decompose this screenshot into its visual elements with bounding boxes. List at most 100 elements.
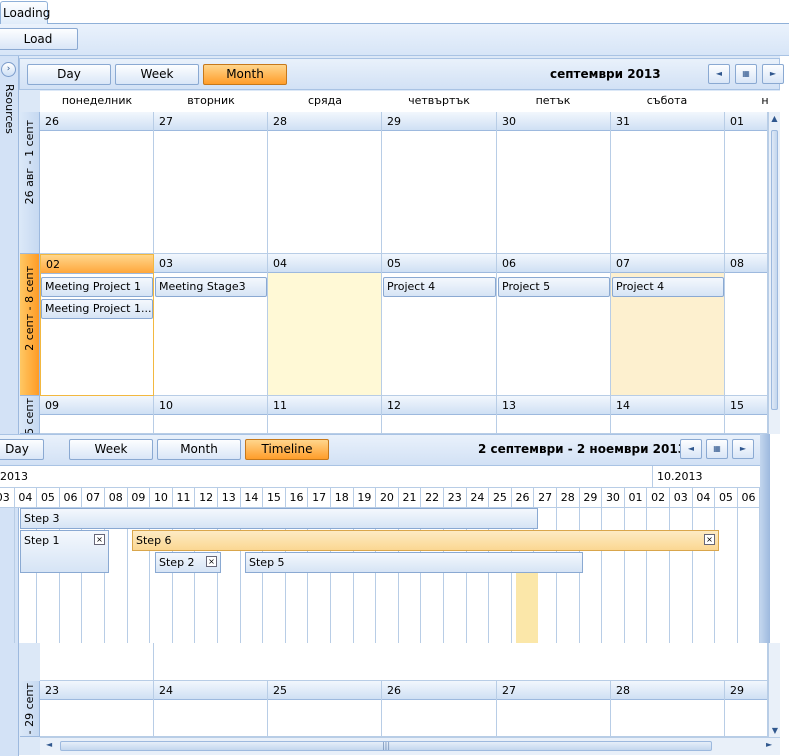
day-cell[interactable]: 23: [40, 681, 154, 737]
tab-loading[interactable]: Loading: [0, 1, 50, 24]
timeline-grid-column[interactable]: [0, 508, 15, 643]
day-cell[interactable]: 31: [611, 112, 725, 254]
scrollbar-thumb[interactable]: [771, 130, 778, 410]
timeline-day: 12: [195, 488, 218, 508]
task-bar-selected[interactable]: Step 6 ×: [132, 530, 719, 551]
timeline-day: 16: [285, 488, 309, 508]
month-vertical-scrollbar[interactable]: ▲: [768, 112, 780, 434]
day-cell[interactable]: 28: [268, 112, 382, 254]
appointment[interactable]: Meeting Stage3: [155, 277, 267, 297]
view-week-button[interactable]: Week: [115, 64, 199, 85]
day-cell[interactable]: 26: [40, 112, 154, 254]
timeline-day: 20: [376, 488, 399, 508]
timeline-grid-column[interactable]: [602, 508, 625, 643]
timeline-vertical-scrollbar[interactable]: [760, 434, 770, 643]
appointment[interactable]: Project 4: [383, 277, 496, 297]
horizontal-scrollbar[interactable]: ◄ ||| ►: [40, 737, 780, 755]
tab-strip: Loading: [0, 0, 789, 24]
timeline-next-icon[interactable]: ►: [732, 439, 754, 459]
timeline-view-week-button[interactable]: Week: [69, 439, 153, 460]
close-icon[interactable]: ×: [704, 534, 715, 545]
day-cell[interactable]: [40, 643, 154, 681]
day-cell[interactable]: 26: [382, 681, 497, 737]
day-cell[interactable]: 03: [154, 254, 268, 396]
timeline-grid-column[interactable]: [557, 508, 580, 643]
week-label[interactable]: 26 авг - 1 септ: [20, 112, 40, 254]
task-bar[interactable]: Step 5: [245, 552, 583, 573]
timeline-day: 02: [647, 488, 670, 508]
timeline-day: 28: [557, 488, 580, 508]
day-cell[interactable]: 29: [382, 112, 497, 254]
timeline-calendar-icon[interactable]: ▦: [706, 439, 728, 459]
timeline-grid-column[interactable]: [693, 508, 716, 643]
timeline-grid-column[interactable]: [580, 508, 603, 643]
task-bar[interactable]: Step 3: [20, 508, 538, 529]
day-cell[interactable]: 08: [725, 254, 768, 396]
appointment[interactable]: Meeting Project 1...: [41, 299, 153, 319]
day-cell[interactable]: 13: [497, 396, 611, 434]
day-cell[interactable]: 30: [497, 112, 611, 254]
weekday-sat: събота: [646, 94, 688, 107]
timeline-grid-column[interactable]: [715, 508, 738, 643]
week-label[interactable]: 5 септ: [20, 396, 40, 434]
close-icon[interactable]: ×: [94, 534, 105, 545]
timeline-grid-column[interactable]: [625, 508, 648, 643]
day-cell[interactable]: 04: [268, 254, 382, 396]
day-cell[interactable]: 09: [40, 396, 154, 434]
expand-resources-icon[interactable]: ›: [1, 62, 16, 77]
day-cell[interactable]: 06: [497, 254, 611, 396]
week-label-selected[interactable]: 2 септ - 8 септ: [20, 254, 40, 396]
day-cell-today[interactable]: 02: [40, 254, 154, 396]
timeline-day: 04: [692, 488, 716, 508]
toolbar: Load: [0, 24, 789, 56]
timeline-grid-column[interactable]: [738, 508, 761, 643]
day-cell[interactable]: 05: [382, 254, 497, 396]
timeline-day: 26: [511, 488, 535, 508]
appointment[interactable]: Project 4: [612, 277, 724, 297]
calendar-icon[interactable]: ▦: [735, 64, 757, 84]
timeline-view-month-button[interactable]: Month: [157, 439, 241, 460]
timeline-day: 18: [331, 488, 354, 508]
week-label[interactable]: - 29 септ: [20, 681, 40, 737]
weekday-fri: петък: [535, 94, 571, 107]
task-bar[interactable]: Step 2 ×: [155, 552, 221, 573]
day-cell[interactable]: 29: [725, 681, 768, 737]
day-cell[interactable]: 24: [154, 681, 268, 737]
timeline-view-timeline-button[interactable]: Timeline: [245, 439, 329, 460]
scrollbar-thumb[interactable]: |||: [60, 741, 712, 751]
lower-vertical-scrollbar[interactable]: ▼: [768, 643, 780, 737]
task-bar[interactable]: Step 1 ×: [20, 530, 109, 573]
timeline-grid-column[interactable]: [670, 508, 693, 643]
day-cell[interactable]: 14: [611, 396, 725, 434]
view-day-button[interactable]: Day: [27, 64, 111, 85]
day-cell[interactable]: 12: [382, 396, 497, 434]
timeline-day: 30: [602, 488, 625, 508]
timeline-grid-column[interactable]: [647, 508, 670, 643]
timeline-prev-icon[interactable]: ◄: [680, 439, 702, 459]
day-cell[interactable]: 27: [497, 681, 611, 737]
day-cell[interactable]: [154, 643, 768, 681]
appointment[interactable]: Meeting Project 1: [41, 277, 153, 297]
day-cell[interactable]: 10: [154, 396, 268, 434]
day-cell[interactable]: 27: [154, 112, 268, 254]
day-cell[interactable]: 01: [725, 112, 768, 254]
view-month-button[interactable]: Month: [203, 64, 287, 85]
day-cell[interactable]: 25: [268, 681, 382, 737]
timeline-day: 11: [172, 488, 196, 508]
resources-label: Rsources: [3, 84, 16, 134]
next-period-icon[interactable]: ►: [762, 64, 784, 84]
timeline-day: 24: [466, 488, 490, 508]
day-cell[interactable]: 11: [268, 396, 382, 434]
day-cell[interactable]: 28: [611, 681, 725, 737]
weekday-sun: н: [761, 94, 769, 107]
timeline-day: 19: [353, 488, 377, 508]
timeline-view-day-button[interactable]: Day: [0, 439, 44, 460]
appointment[interactable]: Project 5: [498, 277, 610, 297]
timeline-day: 15: [263, 488, 286, 508]
close-icon[interactable]: ×: [206, 556, 217, 567]
load-button[interactable]: Load: [0, 28, 78, 50]
weekday-wed: сряда: [308, 94, 342, 107]
day-cell[interactable]: 15: [725, 396, 768, 434]
prev-period-icon[interactable]: ◄: [708, 64, 730, 84]
day-cell[interactable]: 07: [611, 254, 725, 396]
